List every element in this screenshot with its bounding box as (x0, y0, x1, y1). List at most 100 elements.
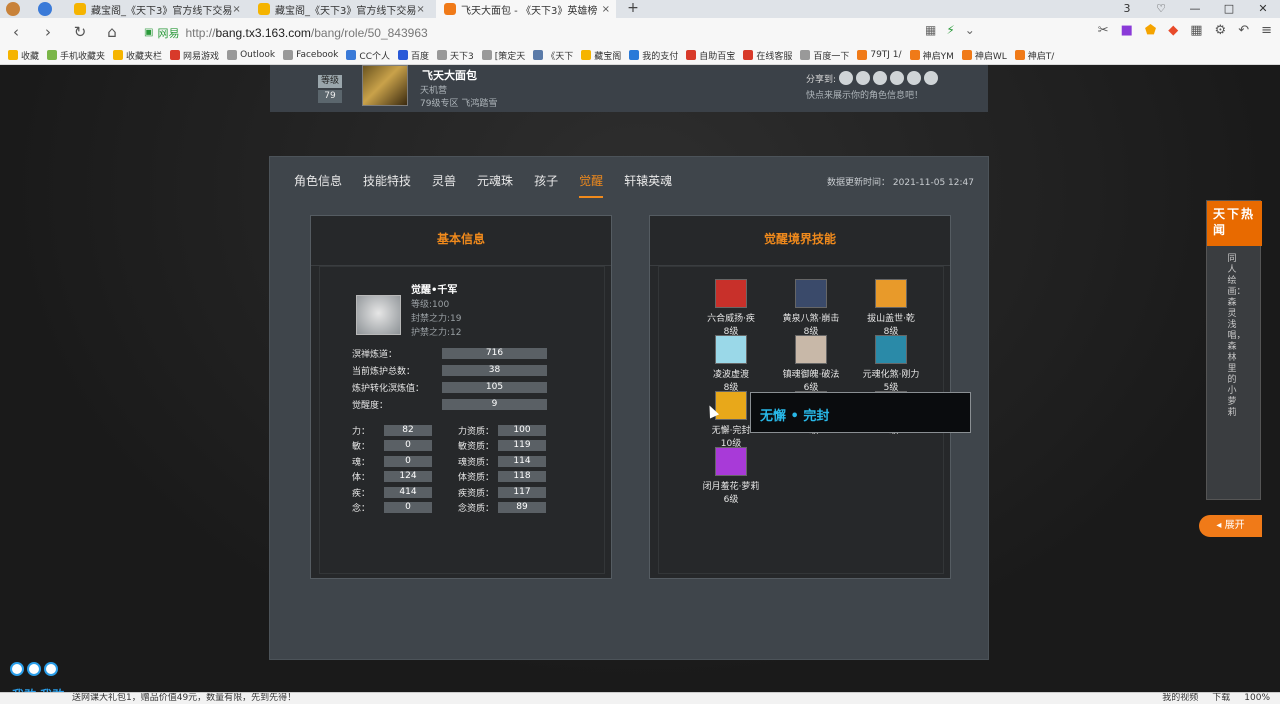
browser-tab-1[interactable]: 藏宝阁_《天下3》官方线下交易 × (66, 0, 246, 18)
reload-button[interactable]: ↻ (64, 23, 96, 41)
character-avatar (362, 65, 408, 106)
settings-icon[interactable]: ⚙ (1215, 23, 1227, 38)
realm-skill-icon[interactable] (715, 447, 747, 476)
undo-icon[interactable]: ↶ (1238, 23, 1249, 38)
bookmark-item[interactable]: Facebook (283, 50, 338, 60)
browser-tab-3[interactable]: 飞天大面包 - 《天下3》英雄榜 × (436, 0, 616, 18)
realm-skill-icon[interactable] (715, 279, 747, 308)
level-badge: 等级 79 (318, 75, 342, 103)
bookmark-item[interactable]: [策定天 (481, 49, 525, 62)
maximize-button[interactable]: □ (1212, 0, 1246, 18)
realm-skill[interactable]: 闭月羞花·萝莉 6级 (691, 447, 771, 505)
tab-soul-orb[interactable]: 元魂珠 (477, 172, 513, 198)
share-chat-icon[interactable] (907, 71, 922, 85)
realm-skill[interactable]: 镇魂御魄·破法 6级 (771, 335, 851, 393)
browser-tab-2[interactable]: 藏宝阁_《天下3》官方线下交易 × (250, 0, 430, 18)
bookmark-item[interactable]: 收藏 (8, 49, 39, 62)
bookmark-favicon-icon (800, 50, 811, 60)
tab-role-info[interactable]: 角色信息 (294, 172, 342, 198)
bookmark-item[interactable]: Outlook (227, 50, 275, 60)
browser-logo-icon[interactable] (6, 2, 20, 16)
tab-awaken[interactable]: 觉醒 (579, 172, 604, 198)
close-tab-icon[interactable]: × (602, 4, 610, 15)
share-renren-icon[interactable] (873, 71, 888, 85)
tab-skills[interactable]: 技能特技 (363, 172, 411, 198)
bookmark-favicon-icon (533, 50, 544, 60)
home-button[interactable]: ⌂ (96, 23, 128, 41)
url-field[interactable]: ▣ 网易 http:// bang.tx3.163.com /bang/role… (144, 22, 984, 43)
shield-icon[interactable]: ⬟ (1145, 23, 1156, 38)
realm-skill-icon[interactable] (795, 279, 827, 308)
bookmark-item[interactable]: 藏宝阁 (581, 49, 621, 62)
realm-skill[interactable]: 元魂化煞·刚力 5级 (851, 335, 931, 393)
bookmark-item[interactable]: 手机收藏夹 (47, 49, 105, 62)
bookmark-item[interactable]: 百度一下 (800, 49, 849, 62)
bookmark-item[interactable]: 神启YM (909, 49, 954, 62)
bookmark-item[interactable]: 在线客服 (743, 49, 792, 62)
bookmark-item[interactable]: 百度 (397, 49, 429, 62)
back-button[interactable]: ‹ (0, 23, 32, 41)
tab-pet[interactable]: 灵兽 (432, 172, 456, 198)
chat-bubbles-icon (10, 662, 58, 676)
scissors-icon[interactable]: ✂ (1098, 23, 1109, 38)
bookmark-item[interactable]: 神启WL (961, 49, 1007, 62)
forward-button[interactable]: › (32, 23, 64, 41)
attribute-value: 114 (498, 455, 546, 467)
bookmark-item[interactable]: 网易游戏 (170, 49, 219, 62)
tab-count-button[interactable]: 3 (1110, 0, 1144, 18)
realm-skill[interactable]: 拔山盖世·乾 8级 (851, 279, 931, 337)
bookmark-label: 在线客服 (756, 51, 793, 62)
bookmark-item[interactable]: 《天下 (533, 49, 573, 62)
bookmark-item[interactable]: 收藏夹栏 (113, 49, 162, 62)
expand-button[interactable]: ◂ 展开 (1199, 515, 1262, 537)
browser-nav-icon[interactable] (38, 2, 52, 16)
dropdown-icon[interactable]: ⌄ (965, 23, 975, 37)
realm-skill[interactable]: 六合威扬·疾 8级 (691, 279, 771, 337)
realm-skill-icon[interactable] (875, 335, 907, 364)
minimize-button[interactable]: — (1178, 0, 1212, 18)
bookmark-favicon-icon (8, 50, 18, 60)
status-ad-text[interactable]: 送网课大礼包1，赠品价值49元，数量有限，先到先得！ (72, 693, 296, 704)
menu-icon[interactable]: ≡ (1261, 23, 1272, 38)
share-more-icon[interactable] (924, 71, 939, 85)
realm-skill-icon[interactable] (795, 335, 827, 364)
realm-skill[interactable]: 黄泉八煞·崩击 8级 (771, 279, 851, 337)
bookmark-item[interactable]: 自助百宝 (686, 49, 735, 62)
attribute-label: 魂资质： (458, 457, 495, 468)
realm-skill-icon[interactable] (875, 279, 907, 308)
bookmark-item[interactable]: 神启T/ (1014, 49, 1054, 62)
realm-skill-icon[interactable] (715, 335, 747, 364)
download-button[interactable]: 下载 (1212, 693, 1230, 704)
extension-icon[interactable]: ■ (1121, 23, 1133, 38)
close-tab-icon[interactable]: × (416, 4, 424, 15)
favorite-button[interactable]: ♡ (1144, 0, 1178, 18)
close-window-button[interactable]: ✕ (1246, 0, 1280, 18)
close-tab-icon[interactable]: × (232, 4, 240, 15)
bookmark-label: CC个人 (359, 51, 390, 62)
share-qq-icon[interactable] (856, 71, 871, 85)
realm-skill-icon[interactable] (715, 391, 747, 420)
bookmark-item[interactable]: 79TJ 1/ (857, 50, 902, 60)
tab-xuanyuan[interactable]: 轩辕英魂 (624, 172, 672, 198)
realm-skill[interactable]: 凌波虚渡 8级 (691, 335, 771, 393)
bookmark-favicon-icon (686, 50, 697, 60)
game-icon[interactable]: ◆ (1168, 23, 1178, 38)
bookmark-item[interactable]: 我的支付 (629, 49, 678, 62)
attribute-label: 念： (352, 503, 371, 514)
attribute-label: 念资质： (458, 503, 495, 514)
reader-icon[interactable]: ▦ (925, 23, 936, 37)
share-weibo-icon[interactable] (839, 71, 854, 85)
tab-child[interactable]: 孩子 (534, 172, 558, 198)
new-tab-button[interactable]: + (624, 0, 642, 18)
share-douban-icon[interactable] (890, 71, 905, 85)
zoom-level[interactable]: 100% (1244, 693, 1270, 704)
status-bar: 送网课大礼包1，赠品价值49元，数量有限，先到先得！ 我的视频 下载 100% (0, 692, 1280, 704)
my-video-button[interactable]: 我的视频 (1162, 693, 1198, 704)
bookmark-item[interactable]: 天下3 (437, 49, 474, 62)
apps-icon[interactable]: ▦ (1190, 23, 1202, 38)
attribute-row: 力资质： 100 (458, 424, 546, 437)
hot-news-text[interactable]: 同人绘画：森灵浅唱，森林里的小萝莉 (1228, 254, 1246, 419)
bookmark-item[interactable]: CC个人 (346, 49, 390, 62)
bolt-icon[interactable]: ⚡ (946, 23, 954, 37)
hot-news-sidebar[interactable]: 天下热闻 同人绘画：森灵浅唱，森林里的小萝莉 (1206, 200, 1262, 500)
